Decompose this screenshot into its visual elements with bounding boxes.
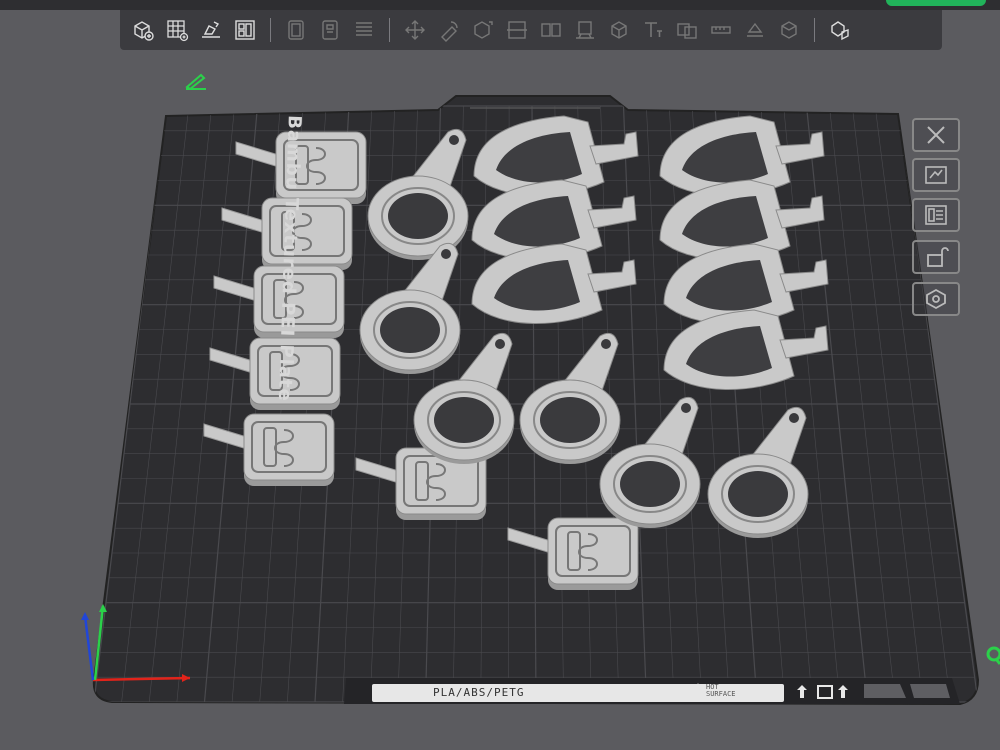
- pencil-icon[interactable]: [184, 72, 208, 90]
- support-paint-icon[interactable]: [605, 16, 633, 44]
- color-paint-icon[interactable]: [775, 16, 803, 44]
- layers-icon[interactable]: [350, 16, 378, 44]
- grid-icon[interactable]: [163, 16, 191, 44]
- plate-settings-button[interactable]: [912, 158, 960, 192]
- add-object-icon[interactable]: [129, 16, 157, 44]
- toolbar-separator: [814, 18, 815, 42]
- filament-compat-label: PLA/ABS/PETG: [433, 686, 525, 699]
- mesh-boolean-icon[interactable]: [673, 16, 701, 44]
- close-plate-button[interactable]: [912, 118, 960, 152]
- arrange-icon[interactable]: [231, 16, 259, 44]
- plate-1-icon[interactable]: [282, 16, 310, 44]
- hot-surface-label: HOT SURFACE: [706, 683, 736, 698]
- main-toolbar: [120, 10, 942, 50]
- text-icon[interactable]: [639, 16, 667, 44]
- plate-2-icon[interactable]: [316, 16, 344, 44]
- toolbar-separator: [270, 18, 271, 42]
- seam-icon[interactable]: [741, 16, 769, 44]
- measure-icon[interactable]: [707, 16, 735, 44]
- lock-plate-button[interactable]: [912, 240, 960, 274]
- lay-on-face-icon[interactable]: [571, 16, 599, 44]
- arrange-plate-button[interactable]: [912, 198, 960, 232]
- slice-plate-button[interactable]: [886, 0, 986, 6]
- plate-preview-button[interactable]: [912, 282, 960, 316]
- move-icon[interactable]: [401, 16, 429, 44]
- zoom-icon[interactable]: [984, 646, 1000, 666]
- toolbar-separator: [389, 18, 390, 42]
- scale-icon[interactable]: [469, 16, 497, 44]
- auto-orient-icon[interactable]: [197, 16, 225, 44]
- assembly-icon[interactable]: [826, 16, 854, 44]
- rotate-icon[interactable]: [435, 16, 463, 44]
- cut-icon[interactable]: [503, 16, 531, 44]
- split-icon[interactable]: [537, 16, 565, 44]
- title-bar: [0, 0, 1000, 10]
- 3d-viewport[interactable]: [0, 50, 1000, 750]
- z-axis: [83, 615, 95, 681]
